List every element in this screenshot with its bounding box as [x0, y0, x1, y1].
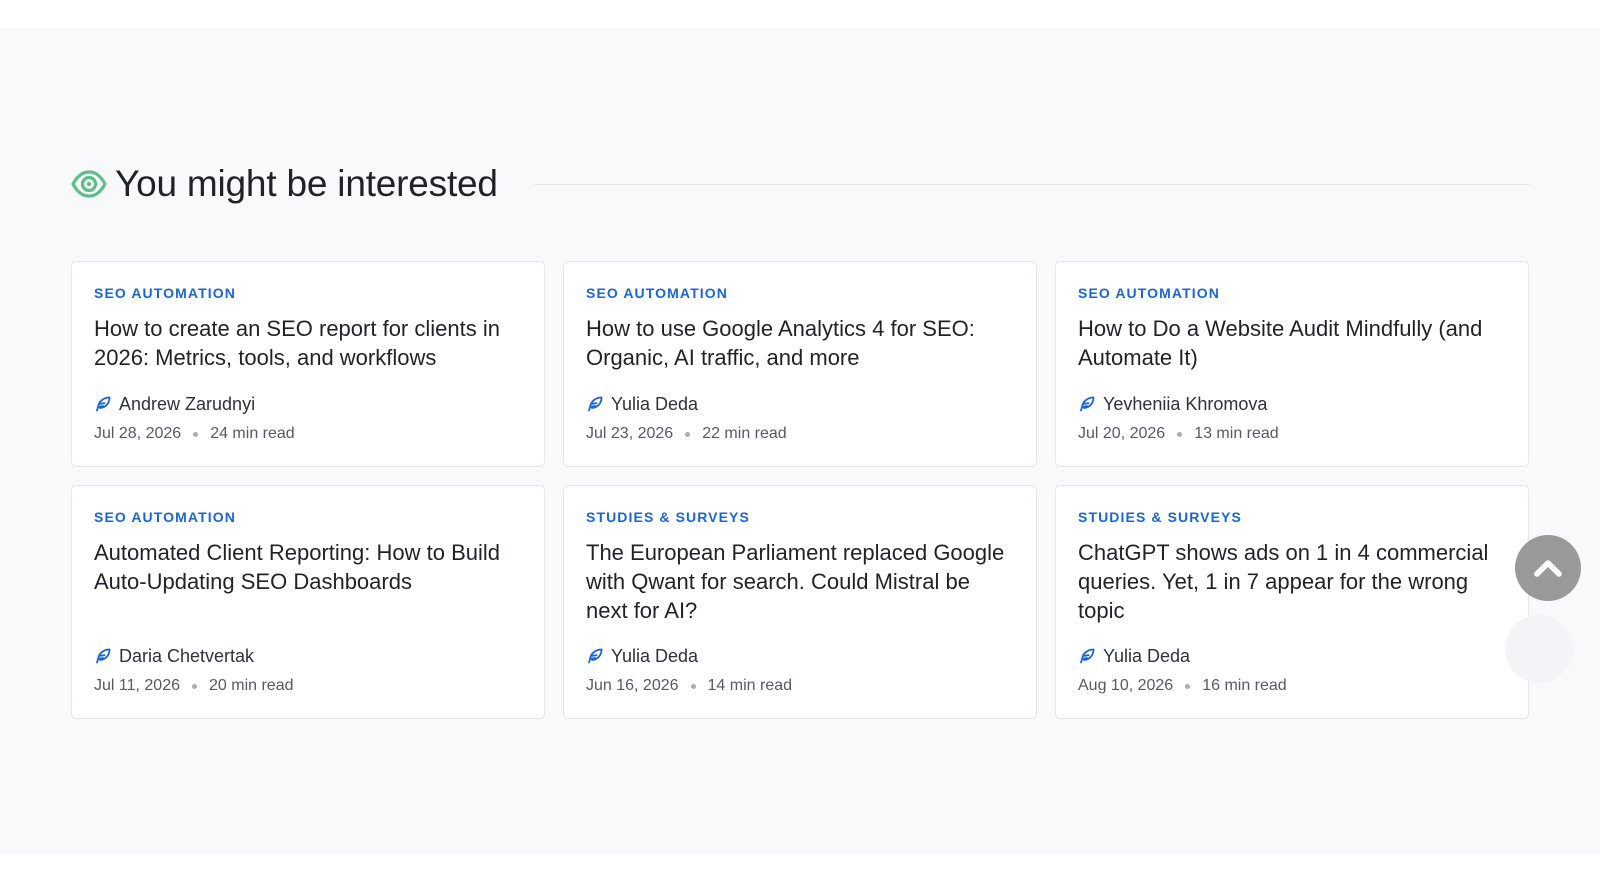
article-category[interactable]: STUDIES & SURVEYS	[1078, 509, 1506, 525]
article-card[interactable]: STUDIES & SURVEYS The European Parliamen…	[563, 485, 1037, 719]
separator-dot	[690, 683, 696, 689]
article-author[interactable]: Daria Chetvertak	[94, 645, 522, 667]
article-author[interactable]: Yulia Deda	[586, 645, 1014, 667]
article-author[interactable]: Yevheniia Khromova	[1078, 393, 1506, 415]
read-time: 20 min read	[209, 677, 294, 694]
article-date: Jul 11, 2026	[94, 677, 180, 694]
article-category[interactable]: SEO AUTOMATION	[94, 285, 522, 301]
read-time: 13 min read	[1194, 425, 1279, 442]
article-date: Jun 16, 2026	[586, 677, 679, 694]
separator-dot	[193, 431, 199, 437]
separator-dot	[1185, 683, 1191, 689]
article-card[interactable]: SEO AUTOMATION How to use Google Analyti…	[563, 261, 1037, 467]
header-divider	[533, 183, 1530, 185]
article-author[interactable]: Andrew Zarudnyi	[94, 393, 522, 415]
separator-dot	[192, 683, 197, 689]
feather-icon	[1080, 396, 1095, 412]
feather-icon	[96, 648, 111, 664]
article-title[interactable]: Automated Client Reporting: How to Build…	[94, 538, 522, 596]
read-time: 24 min read	[210, 425, 295, 442]
author-name[interactable]: Yulia Deda	[611, 646, 698, 667]
section-header: You might be interested	[71, 158, 1530, 210]
article-card[interactable]: SEO AUTOMATION How to Do a Website Audit…	[1055, 261, 1529, 467]
article-category[interactable]: SEO AUTOMATION	[586, 285, 1014, 301]
article-card[interactable]: SEO AUTOMATION How to create an SEO repo…	[71, 261, 545, 467]
separator-dot	[685, 431, 691, 437]
author-name[interactable]: Yevheniia Khromova	[1103, 394, 1267, 415]
article-author[interactable]: Yulia Deda	[1078, 645, 1506, 667]
floating-widget-shadow	[1505, 615, 1573, 683]
read-time: 22 min read	[702, 425, 787, 442]
author-name[interactable]: Daria Chetvertak	[119, 646, 254, 667]
article-date: Aug 10, 2026	[1078, 677, 1174, 694]
article-title[interactable]: How to Do a Website Audit Mindfully (and…	[1078, 314, 1506, 372]
author-name[interactable]: Andrew Zarudnyi	[119, 394, 255, 415]
author-name[interactable]: Yulia Deda	[1103, 646, 1190, 667]
section-title: You might be interested	[115, 163, 498, 204]
chevron-up-icon	[1534, 560, 1562, 577]
article-grid: SEO AUTOMATION How to create an SEO repo…	[71, 261, 1530, 719]
author-name[interactable]: Yulia Deda	[611, 394, 698, 415]
scroll-to-top-button[interactable]	[1515, 535, 1581, 601]
feather-icon	[1080, 648, 1095, 664]
article-card[interactable]: STUDIES & SURVEYS ChatGPT shows ads on 1…	[1055, 485, 1529, 719]
article-title[interactable]: How to create an SEO report for clients …	[94, 314, 522, 372]
article-title[interactable]: ChatGPT shows ads on 1 in 4 commercial q…	[1078, 538, 1506, 625]
article-category[interactable]: SEO AUTOMATION	[94, 509, 522, 525]
separator-dot	[1177, 431, 1183, 437]
read-time: 16 min read	[1202, 677, 1287, 694]
article-date: Jul 20, 2026	[1078, 425, 1166, 442]
feather-icon	[96, 396, 111, 412]
eye-icon	[71, 170, 107, 198]
article-title[interactable]: How to use Google Analytics 4 for SEO: O…	[586, 314, 1014, 372]
article-date: Jul 23, 2026	[586, 425, 674, 442]
read-time: 14 min read	[707, 677, 793, 694]
article-category[interactable]: STUDIES & SURVEYS	[586, 509, 1014, 525]
article-title[interactable]: The European Parliament replaced Google …	[586, 538, 1014, 625]
article-date: Jul 28, 2026	[94, 425, 182, 442]
article-card[interactable]: SEO AUTOMATION Automated Client Reportin…	[71, 485, 545, 719]
article-category[interactable]: SEO AUTOMATION	[1078, 285, 1506, 301]
feather-icon	[588, 396, 603, 412]
feather-icon	[588, 648, 603, 664]
article-author[interactable]: Yulia Deda	[586, 393, 1014, 415]
